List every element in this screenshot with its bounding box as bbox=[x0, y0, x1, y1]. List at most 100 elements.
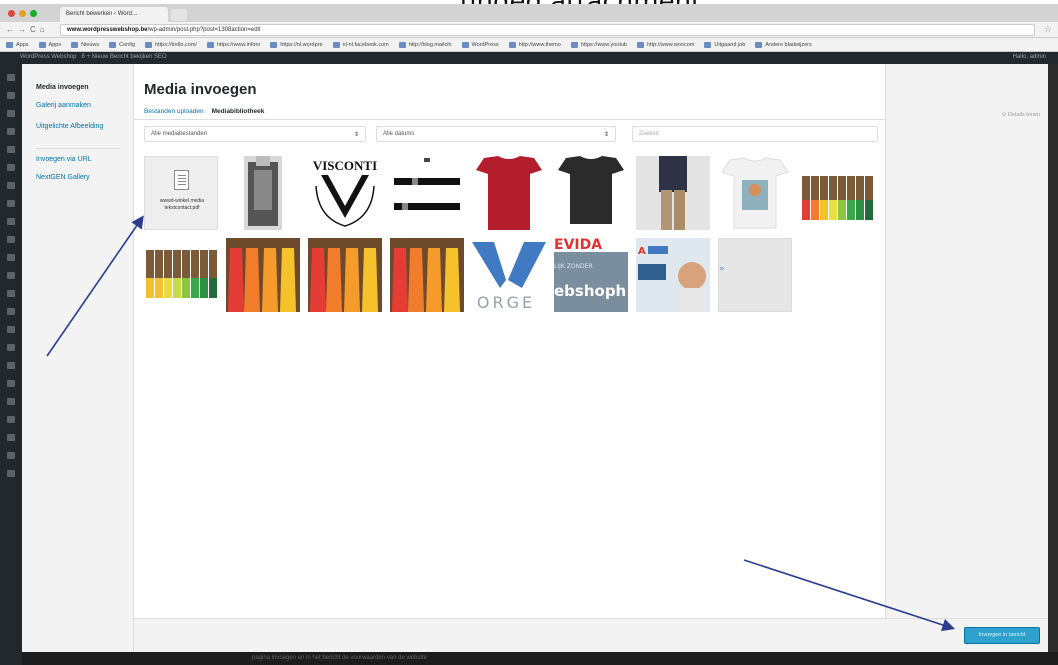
svg-text:EVIDA: EVIDA bbox=[554, 238, 602, 253]
bookmark-item[interactable]: Nieuws bbox=[71, 41, 99, 48]
menu-nextgen-gallery[interactable]: NextGEN Gallery bbox=[36, 174, 90, 181]
document-icon bbox=[174, 170, 189, 190]
bookmark-item[interactable]: https://trello.com/ bbox=[145, 41, 197, 48]
bookmark-item[interactable]: http://www.woocom bbox=[637, 41, 694, 48]
admin-bar-site[interactable]: WordPress Webshop 8 + Nieuw Bericht beki… bbox=[20, 54, 167, 60]
media-item-orge-logo[interactable]: ORGE bbox=[472, 238, 546, 312]
admin-bar-greeting[interactable]: Hallo, admin bbox=[1013, 54, 1046, 60]
browser-tabstrip: Bericht bewerken ‹ Word… bbox=[0, 4, 1058, 22]
admin-menu-icon[interactable] bbox=[7, 236, 15, 243]
close-window-icon[interactable] bbox=[8, 10, 15, 17]
maximize-window-icon[interactable] bbox=[30, 10, 37, 17]
admin-menu-icon[interactable] bbox=[7, 380, 15, 387]
media-item-hangers-2[interactable] bbox=[144, 238, 218, 312]
admin-menu-icon[interactable] bbox=[7, 434, 15, 441]
admin-menu-icon[interactable] bbox=[7, 290, 15, 297]
modal-backdrop-right bbox=[1048, 64, 1058, 665]
admin-menu-icon[interactable] bbox=[7, 164, 15, 171]
menu-media-invoegen[interactable]: Media invoegen bbox=[36, 84, 89, 91]
bookmark-label: https://www.youtub bbox=[580, 41, 627, 48]
nav-buttons[interactable]: ←→C⌂ bbox=[6, 25, 49, 34]
bookmark-label: http://www.themo bbox=[518, 41, 561, 48]
media-item-red-shirt[interactable] bbox=[472, 156, 546, 230]
address-bar-row: ←→C⌂ www.wordpresswebshop.be/wp-admin/po… bbox=[0, 22, 1058, 38]
filter-date-value: Alle datums bbox=[383, 131, 415, 137]
admin-menu-icon[interactable] bbox=[7, 416, 15, 423]
media-item-promo-banner[interactable]: A bbox=[636, 238, 710, 312]
bookmark-item[interactable]: Andere bladwijzers bbox=[755, 41, 812, 48]
folder-icon bbox=[6, 41, 13, 48]
bookmark-label: https://trello.com/ bbox=[155, 41, 197, 48]
admin-menu-icon[interactable] bbox=[7, 128, 15, 135]
attachment-details-panel: ⊙ Details tonen bbox=[885, 64, 1048, 618]
bookmark-label: Andere bladwijzers bbox=[765, 41, 812, 48]
admin-menu-icon[interactable] bbox=[7, 254, 15, 261]
menu-galerij-aanmaken[interactable]: Galerij aanmaken bbox=[36, 102, 91, 109]
bookmark-item[interactable]: Uitgaand job bbox=[704, 41, 745, 48]
modal-title: Media invoegen bbox=[144, 81, 257, 98]
wp-admin-bar: WordPress Webshop 8 + Nieuw Bericht beki… bbox=[0, 52, 1058, 64]
bookmark-item[interactable]: nl-nl.facebook.com bbox=[332, 41, 389, 48]
admin-menu-icon[interactable] bbox=[7, 452, 15, 459]
folder-icon bbox=[637, 41, 644, 48]
details-toggle-link[interactable]: ⊙ Details tonen bbox=[1002, 112, 1040, 118]
admin-menu-icon[interactable] bbox=[7, 398, 15, 405]
browser-tab-title: Bericht bewerken ‹ Word… bbox=[66, 11, 138, 17]
folder-icon bbox=[704, 41, 712, 48]
admin-menu-icon[interactable] bbox=[7, 146, 15, 153]
admin-menu-icon[interactable] bbox=[7, 218, 15, 225]
filter-type-select[interactable]: Alle mediabestanden ⇕ bbox=[144, 126, 366, 142]
admin-menu-icon[interactable] bbox=[7, 92, 15, 99]
media-item-belts[interactable] bbox=[390, 156, 464, 230]
media-item-photo-suit[interactable] bbox=[226, 156, 300, 230]
bookmark-item[interactable]: https://www.youtub bbox=[570, 41, 627, 48]
bookmark-star-icon[interactable]: ☆ bbox=[1044, 24, 1052, 35]
new-tab-button[interactable] bbox=[171, 9, 187, 21]
bookmark-label: nl-nl.facebook.com bbox=[342, 41, 389, 48]
admin-menu-icon[interactable] bbox=[7, 362, 15, 369]
admin-menu-icon[interactable] bbox=[7, 470, 15, 477]
media-modal-sidebar: Media invoegen Galerij aanmaken Uitgelic… bbox=[22, 64, 134, 652]
insert-into-post-button[interactable]: Invoegen in bericht bbox=[964, 627, 1040, 644]
bookmark-item[interactable]: https://nl.wordpre bbox=[270, 41, 323, 48]
media-search-input[interactable]: Zoeken bbox=[632, 126, 878, 142]
admin-menu-icon[interactable] bbox=[7, 272, 15, 279]
admin-menu-icon[interactable] bbox=[7, 344, 15, 351]
bookmark-item[interactable]: Apps bbox=[6, 41, 29, 48]
media-item-visconti-logo[interactable]: VISCONTI bbox=[308, 156, 382, 230]
bookmark-label: http://www.woocom bbox=[647, 41, 695, 48]
media-item-pdf[interactable]: wwwd-winkel media tekstcontact.pdf bbox=[144, 156, 218, 230]
media-item-hangers-1[interactable] bbox=[800, 156, 874, 230]
media-item-black-shirt[interactable] bbox=[554, 156, 628, 230]
bookmark-item[interactable]: WordPress bbox=[461, 41, 499, 48]
bookmark-item[interactable]: Apps bbox=[38, 41, 61, 48]
admin-menu-icon[interactable] bbox=[7, 74, 15, 81]
admin-menu-icon[interactable] bbox=[7, 308, 15, 315]
admin-menu-icon[interactable] bbox=[7, 326, 15, 333]
media-item-printed-shirt[interactable] bbox=[718, 156, 792, 230]
media-item-hangers-5[interactable] bbox=[390, 238, 464, 312]
menu-uitgelichte-afbeelding[interactable]: Uitgelichte Afbeelding bbox=[36, 123, 103, 130]
media-item-placeholder[interactable]: » bbox=[718, 238, 792, 312]
bookmark-item[interactable]: Config bbox=[109, 41, 135, 48]
bookmark-item[interactable]: https://www.infonr bbox=[206, 41, 260, 48]
media-item-evida-banner[interactable]: EVIDA LIJK ZONDER ebshoph bbox=[554, 238, 628, 312]
media-item-hangers-4[interactable] bbox=[308, 238, 382, 312]
admin-menu-icon[interactable] bbox=[7, 200, 15, 207]
browser-tab[interactable]: Bericht bewerken ‹ Word… bbox=[60, 7, 168, 22]
bookmark-item[interactable]: http://www.themo bbox=[508, 41, 561, 48]
admin-menu-icon[interactable] bbox=[7, 110, 15, 117]
media-modal-footer: Invoegen in bericht bbox=[134, 618, 1048, 652]
media-item-man-jeans[interactable] bbox=[636, 156, 710, 230]
bookmark-item[interactable]: http://blog.mailchi bbox=[398, 41, 452, 48]
filter-date-select[interactable]: Alle datums ⇕ bbox=[376, 126, 616, 142]
menu-invoegen-via-url[interactable]: Invoegen via URL bbox=[36, 156, 92, 163]
folder-icon bbox=[109, 41, 117, 48]
admin-menu-icon[interactable] bbox=[7, 182, 15, 189]
bookmark-label: http://blog.mailchi bbox=[408, 41, 452, 48]
url-field[interactable]: www.wordpresswebshop.be/wp-admin/post.ph… bbox=[60, 24, 1035, 36]
folder-icon bbox=[332, 41, 340, 48]
media-modal-main: Media invoegen ✕ Bestanden uploaden Medi… bbox=[134, 64, 1048, 652]
minimize-window-icon[interactable] bbox=[19, 10, 26, 17]
media-item-hangers-3[interactable] bbox=[226, 238, 300, 312]
